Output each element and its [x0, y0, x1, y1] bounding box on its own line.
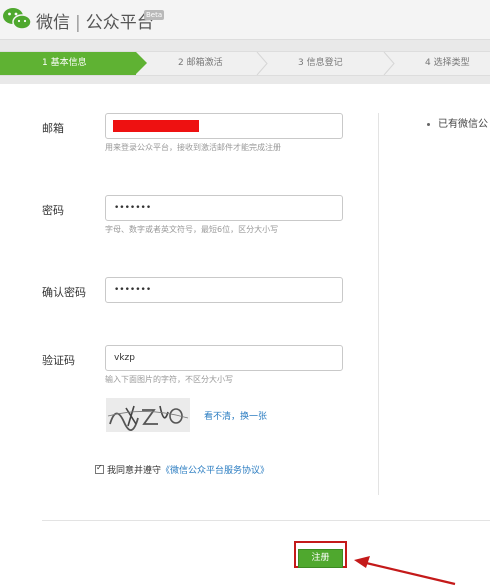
- agreement-checkbox[interactable]: [95, 463, 104, 474]
- email-hint: 用来登录公众平台，接收到激活邮件才能完成注册: [105, 143, 281, 152]
- captcha-label: 验证码: [42, 354, 75, 367]
- register-button[interactable]: 注册: [298, 549, 343, 568]
- wechat-logo-icon: [3, 8, 32, 30]
- step-chevron-icon: [256, 52, 268, 75]
- email-label: 邮箱: [42, 122, 64, 135]
- confirm-password-field[interactable]: •••••••: [105, 277, 343, 303]
- brand-title: 微信 | 公众平台: [36, 8, 154, 33]
- step-chevron-icon: [383, 52, 395, 75]
- agreement-row: 我同意并遵守《微信公众平台服务协议》: [95, 463, 269, 476]
- side-existing-account-text: 已有微信公: [438, 119, 488, 130]
- password-field[interactable]: •••••••: [105, 195, 343, 221]
- top-header: 微信 | 公众平台 Beta: [0, 0, 490, 40]
- vertical-divider: [378, 113, 379, 495]
- beta-badge: Beta: [144, 10, 165, 20]
- captcha-field[interactable]: vkzp: [105, 345, 343, 371]
- agreement-link[interactable]: 《微信公众平台服务协议》: [161, 466, 269, 476]
- confirm-password-label: 确认密码: [42, 286, 86, 299]
- password-hint: 字母、数字或者英文符号，最短6位，区分大小写: [105, 225, 279, 234]
- horizontal-divider: [42, 520, 490, 521]
- side-existing-account: 已有微信公: [427, 115, 488, 130]
- red-arrow-annotation-icon: [354, 556, 456, 586]
- agreement-text: 我同意并遵守: [107, 466, 162, 476]
- redacted-email-value: [113, 120, 199, 132]
- captcha-refresh-link[interactable]: 看不清，换一张: [204, 409, 267, 422]
- brand-separator: |: [75, 13, 81, 33]
- step-select-type: 4 选择类型: [425, 58, 470, 68]
- step-basic-info: 1 基本信息: [0, 52, 147, 75]
- captcha-hint: 输入下面图片的字符，不区分大小写: [105, 375, 233, 384]
- registration-steps: 1 基本信息 2 邮箱激活 3 信息登记 4 选择类型: [0, 51, 490, 76]
- step-email-activation: 2 邮箱激活: [178, 58, 223, 68]
- captcha-image[interactable]: [106, 398, 190, 432]
- password-label: 密码: [42, 204, 64, 217]
- form-card: [0, 84, 490, 588]
- step-info-registration: 3 信息登记: [298, 58, 343, 68]
- brand-wechat: 微信: [36, 13, 70, 33]
- bullet-icon: [427, 122, 430, 126]
